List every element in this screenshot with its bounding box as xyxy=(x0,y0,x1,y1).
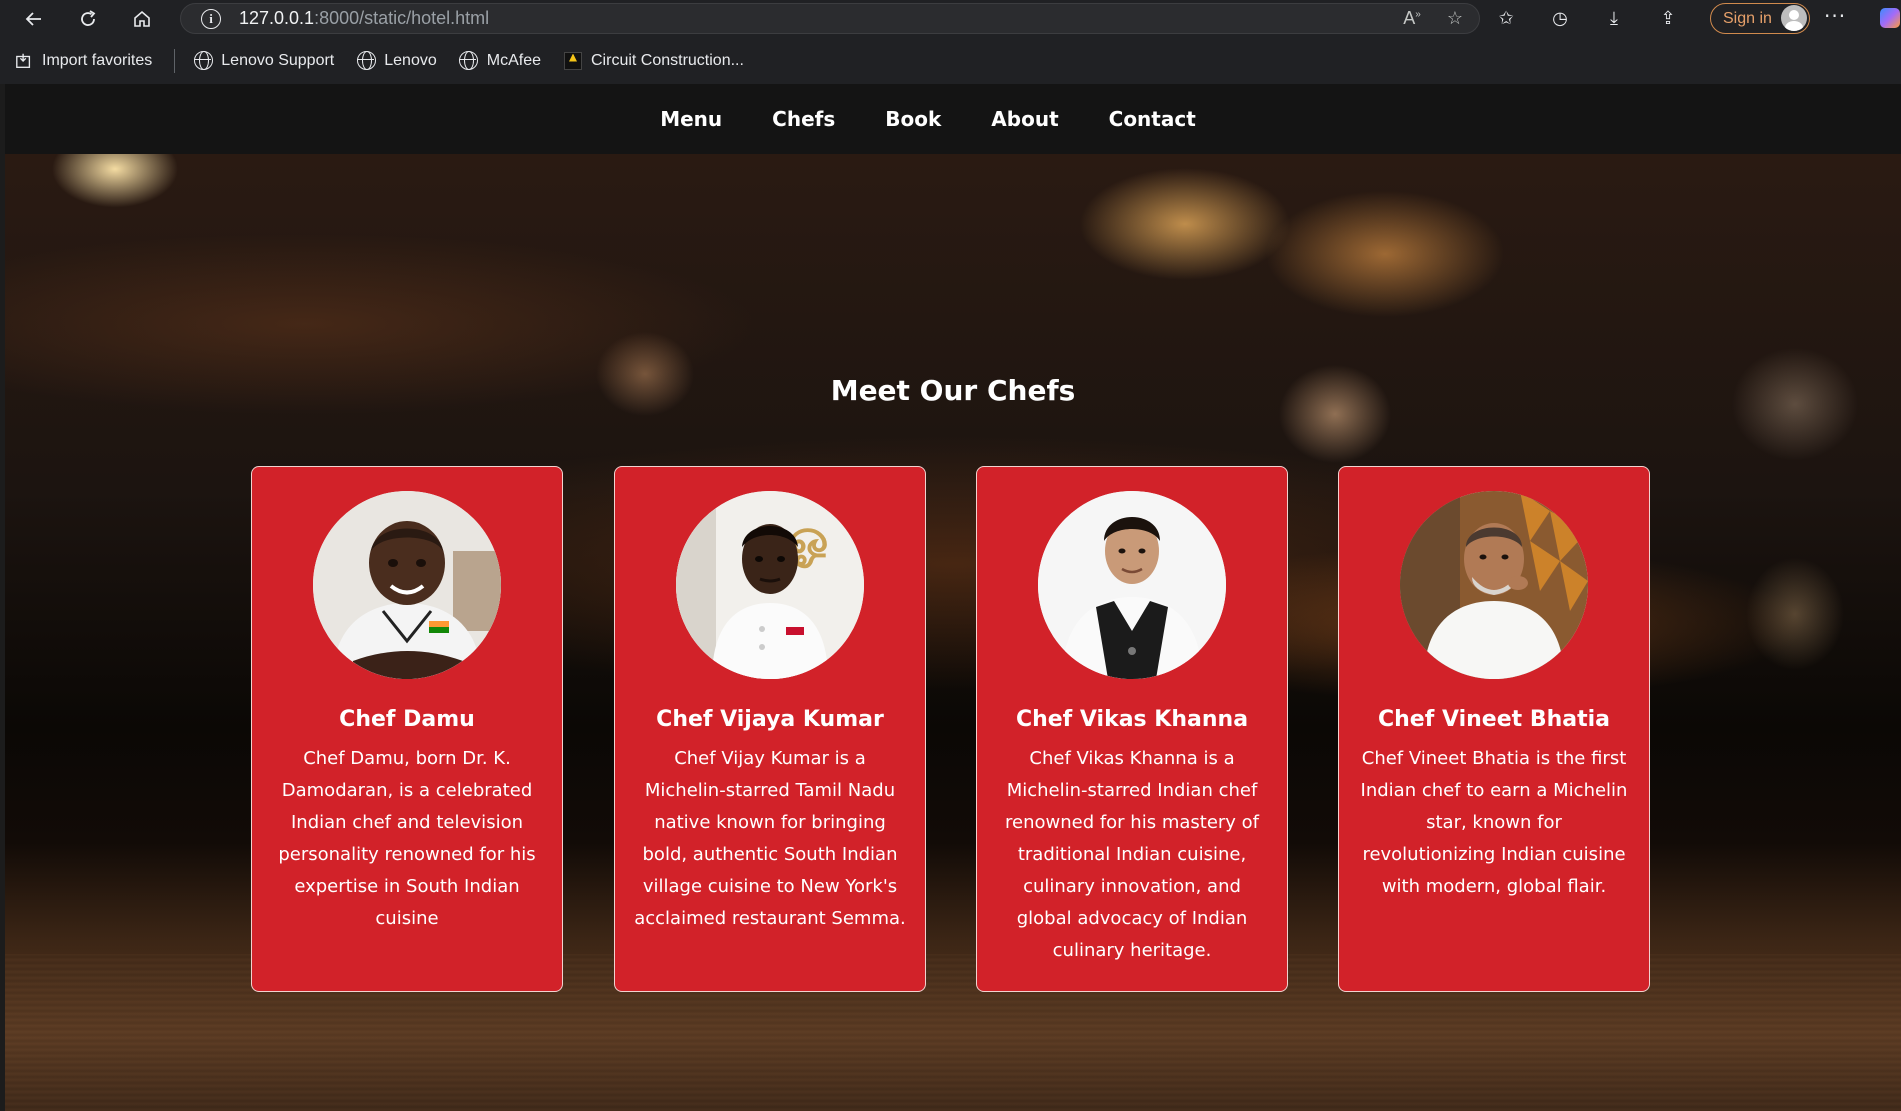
bookmark-label: McAfee xyxy=(486,51,541,69)
bookmark-label: Circuit Construction... xyxy=(591,51,744,69)
url-host: 127.0.0.1 xyxy=(239,8,315,28)
profile-avatar-icon xyxy=(1781,5,1807,31)
chef-bio: Chef Vijay Kumar is a Michelin-starred T… xyxy=(634,748,906,929)
globe-icon xyxy=(459,51,479,71)
chef-bio: Chef Vikas Khanna is a Michelin-starred … xyxy=(1004,748,1260,961)
more-menu-icon[interactable]: ··· xyxy=(1824,4,1846,28)
favorites-icon[interactable]: ✩ xyxy=(1492,4,1520,32)
bookmark-mcafee[interactable]: McAfee xyxy=(459,51,541,71)
bookmark-label: Import favorites xyxy=(42,51,153,69)
read-aloud-icon[interactable]: A» xyxy=(1403,8,1421,29)
browser-toolbar: i 127.0.0.1:8000/static/hotel.html A» ☆ … xyxy=(0,0,1901,37)
chef-card: Chef Vineet Bhatia Chef Vineet Bhatia is… xyxy=(1338,466,1650,992)
nav-link-book[interactable]: Book xyxy=(885,107,941,131)
nav-link-menu[interactable]: Menu xyxy=(660,107,722,131)
page-viewport: Menu Chefs Book About Contact Meet Our C… xyxy=(5,84,1901,1111)
address-bar[interactable]: i 127.0.0.1:8000/static/hotel.html A» ☆ xyxy=(180,3,1480,34)
bookmark-lenovo-support[interactable]: Lenovo Support xyxy=(193,51,334,71)
chef-name: Chef Vikas Khanna xyxy=(1015,707,1249,732)
chef-name: Chef Damu xyxy=(339,707,475,732)
chef-card: ஓ Chef Vijaya Kumar Chef Vijay Kumar is … xyxy=(614,466,926,992)
site-navigation: Menu Chefs Book About Contact xyxy=(5,84,1901,154)
nav-link-about[interactable]: About xyxy=(991,107,1058,131)
bookmark-label: Lenovo xyxy=(384,51,437,69)
copilot-icon[interactable] xyxy=(1880,8,1900,28)
bookmark-lenovo[interactable]: Lenovo xyxy=(356,51,437,71)
chef-name: Chef Vineet Bhatia xyxy=(1378,707,1610,732)
sign-in-button[interactable]: Sign in xyxy=(1710,3,1810,34)
bookmark-import-favorites[interactable]: Import favorites xyxy=(14,51,152,71)
share-icon[interactable]: ⇪ xyxy=(1654,4,1682,32)
chef-photo xyxy=(1038,491,1226,679)
globe-icon xyxy=(193,51,213,71)
globe-icon xyxy=(356,51,376,71)
site-info-icon[interactable]: i xyxy=(201,8,221,29)
chef-name: Chef Vijaya Kumar xyxy=(656,707,884,732)
phet-icon xyxy=(563,51,583,71)
history-icon[interactable]: ◷ xyxy=(1546,4,1574,32)
import-icon xyxy=(14,51,34,71)
chef-card: Chef Damu Chef Damu, born Dr. K. Damodar… xyxy=(251,466,563,992)
chef-bio: Chef Vineet Bhatia is the first Indian c… xyxy=(1360,748,1628,897)
nav-link-contact[interactable]: Contact xyxy=(1109,107,1196,131)
chef-photo: ஓ xyxy=(676,491,864,679)
nav-link-chefs[interactable]: Chefs xyxy=(772,107,835,131)
section-title: Meet Our Chefs xyxy=(830,374,1076,407)
downloads-icon[interactable]: ⤓ xyxy=(1600,4,1628,32)
favorite-star-icon[interactable]: ☆ xyxy=(1447,8,1463,29)
chef-card: Chef Vikas Khanna Chef Vikas Khanna is a… xyxy=(976,466,1288,992)
bookmarks-divider xyxy=(174,48,176,73)
refresh-icon[interactable] xyxy=(74,5,102,33)
home-icon[interactable] xyxy=(128,5,156,33)
chef-bio: Chef Damu, born Dr. K. Damodaran, is a c… xyxy=(278,748,536,929)
back-icon[interactable] xyxy=(20,5,48,33)
chef-photo xyxy=(313,491,501,679)
bookmarks-bar: Import favorites Lenovo Support Lenovo M… xyxy=(0,37,1901,84)
chef-photo xyxy=(1400,491,1588,679)
sign-in-label: Sign in xyxy=(1723,9,1772,27)
bookmark-label: Lenovo Support xyxy=(221,51,335,69)
url-path: :8000/static/hotel.html xyxy=(314,8,490,28)
bookmark-circuit-construction[interactable]: Circuit Construction... xyxy=(563,51,744,71)
